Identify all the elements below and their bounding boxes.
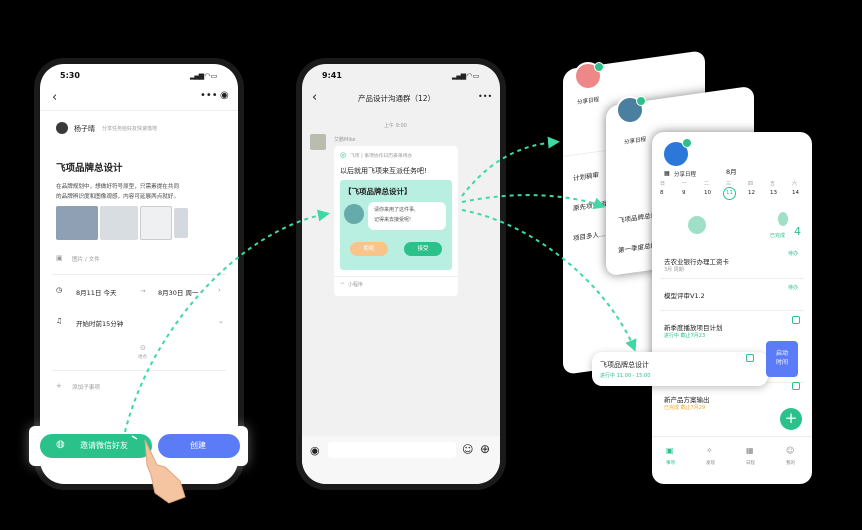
flow-arrows	[124, 136, 637, 433]
